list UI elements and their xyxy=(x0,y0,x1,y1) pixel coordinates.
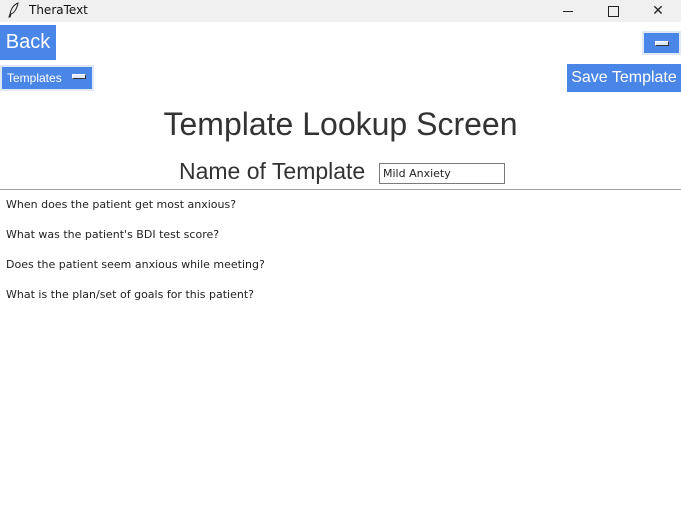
question-item: Does the patient seem anxious while meet… xyxy=(6,258,265,271)
template-name-label: Name of Template xyxy=(179,158,366,184)
options-menu-button[interactable] xyxy=(642,31,681,55)
close-button[interactable]: ✕ xyxy=(635,0,681,22)
templates-menu-label: Templates xyxy=(7,71,62,85)
back-button[interactable]: Back xyxy=(0,25,56,60)
menu-indicator-icon xyxy=(72,74,86,79)
maximize-icon xyxy=(607,5,619,17)
question-item: When does the patient get most anxious? xyxy=(6,198,237,211)
maximize-button[interactable] xyxy=(590,0,636,22)
page-title: Template Lookup Screen xyxy=(163,106,518,142)
close-icon: ✕ xyxy=(652,3,664,19)
window-titlebar: TheraText ✕ xyxy=(0,0,681,22)
question-item: What was the patient's BDI test score? xyxy=(6,228,220,241)
feather-icon xyxy=(6,2,22,20)
templates-menu-button[interactable]: Templates xyxy=(0,65,94,91)
minimize-button[interactable] xyxy=(545,0,591,22)
save-template-button[interactable]: Save Template xyxy=(567,64,681,92)
template-name-input[interactable] xyxy=(379,163,505,184)
menu-indicator-icon xyxy=(654,40,669,46)
minimize-icon xyxy=(563,10,573,12)
question-item: What is the plan/set of goals for this p… xyxy=(6,288,255,301)
divider xyxy=(0,189,681,190)
window-title: TheraText xyxy=(29,3,88,17)
